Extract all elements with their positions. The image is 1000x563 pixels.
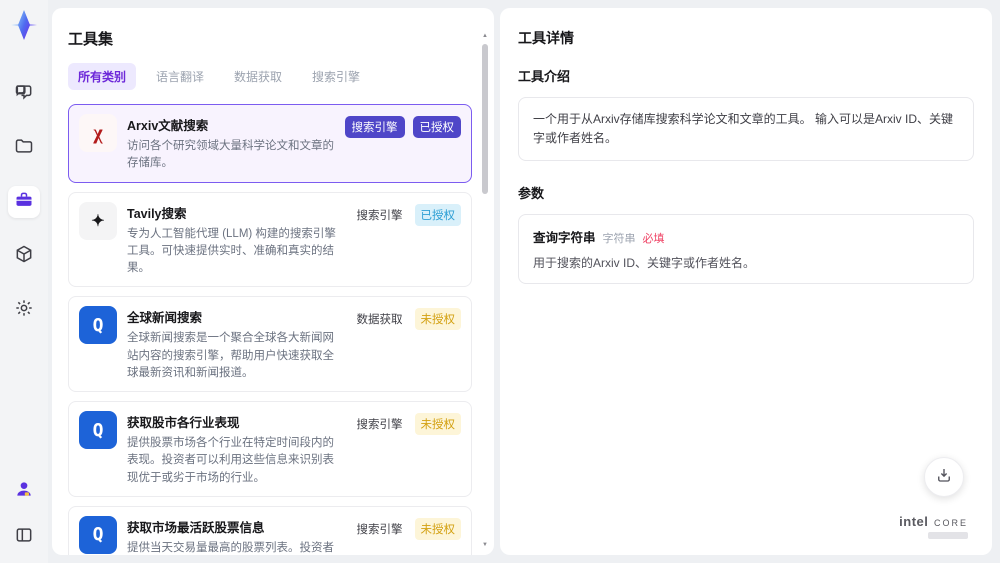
tool-card[interactable]: ✦ Tavily搜索 专为人工智能代理 (LLM) 构建的搜索引擎工具。可快速提… <box>68 191 472 288</box>
params-heading: 参数 <box>518 186 545 202</box>
tool-card[interactable]: Q 获取市场最活跃股票信息 提供当天交易量最高的股票列表。投资者可以利用这些信息… <box>68 505 472 555</box>
tool-card[interactable]: χ Arxiv文献搜索 访问各个研究领域大量科学论文和文章的存储库。 搜索引擎 … <box>68 104 472 183</box>
category-badge: 数据获取 <box>356 314 403 327</box>
category-badge: 搜索引擎 <box>344 116 405 138</box>
tool-name: 全球新闻搜索 <box>127 311 203 326</box>
intro-heading: 工具介绍 <box>518 69 571 84</box>
app-rail <box>0 0 48 563</box>
folder-icon <box>14 136 34 161</box>
auth-status-badge: 已授权 <box>412 116 461 138</box>
list-scrollbar[interactable]: ▲ ▼ <box>481 32 489 549</box>
param-type: 字符串 <box>602 233 636 246</box>
tools-panel-title: 工具集 <box>68 31 114 48</box>
category-tab-3[interactable]: 搜索引擎 <box>302 63 370 90</box>
tool-description: 访问各个研究领域大量科学论文和文章的存储库。 <box>127 140 334 170</box>
gear-icon <box>14 298 34 323</box>
user-icon <box>14 479 34 504</box>
arxiv-icon: χ <box>79 114 117 152</box>
q-news-icon: Q <box>79 411 117 449</box>
scroll-up-icon[interactable]: ▲ <box>481 32 489 40</box>
intel-wordmark: intel <box>899 514 929 529</box>
sidebar-item-files[interactable] <box>8 132 40 164</box>
intro-text: 一个用于从Arxiv存储库搜索科学论文和文章的工具。 输入可以是Arxiv ID… <box>533 112 954 146</box>
tool-details-panel: 工具详情 工具介绍 一个用于从Arxiv存储库搜索科学论文和文章的工具。 输入可… <box>500 8 992 555</box>
scroll-down-icon[interactable]: ▼ <box>481 541 489 549</box>
user-avatar[interactable] <box>8 475 40 507</box>
category-tab-1[interactable]: 语言翻译 <box>146 63 214 90</box>
briefcase-icon <box>14 190 34 215</box>
intel-badge-bar <box>928 532 968 539</box>
param-name: 查询字符串 <box>533 231 596 246</box>
tools-panel: 工具集 所有类别 语言翻译 数据获取 搜索引擎 χ Arxiv文献搜索 访问各个研究领… <box>52 8 494 555</box>
param-required-flag: 必填 <box>642 233 665 246</box>
tool-name: Arxiv文献搜索 <box>127 119 209 133</box>
category-tab-0[interactable]: 所有类别 <box>68 63 137 90</box>
category-tabs: 所有类别 语言翻译 数据获取 搜索引擎 <box>68 63 472 90</box>
auth-status-badge: 未授权 <box>414 517 461 540</box>
tool-description: 专为人工智能代理 (LLM) 构建的搜索引擎工具。可快速提供实时、准确和真实的结… <box>127 227 336 275</box>
download-button[interactable] <box>924 457 964 497</box>
tool-description: 全球新闻搜索是一个聚合全球各大新闻网站内容的搜索引擎，帮助用户快速获取全球最新资… <box>127 332 334 379</box>
auth-status-badge: 未授权 <box>414 413 461 435</box>
panel-toggle-icon <box>14 525 34 550</box>
tavily-icon: ✦ <box>79 201 117 240</box>
app-logo[interactable] <box>7 8 41 42</box>
rail-nav <box>8 78 40 326</box>
tool-name: 获取股市各行业表现 <box>127 416 240 430</box>
q-news-icon: Q <box>79 306 117 345</box>
sidebar-item-plugins[interactable] <box>8 240 40 272</box>
sidebar-item-settings[interactable] <box>8 294 40 326</box>
tool-card[interactable]: Q 获取股市各行业表现 提供股票市场各个行业在特定时间段内的表现。投资者可以利用… <box>68 401 472 497</box>
rail-bottom <box>8 475 40 553</box>
cube-icon <box>14 244 34 269</box>
tool-description: 提供当天交易量最高的股票列表。投资者可以利用这些信息来识别流动性强的股票和潜在的… <box>127 541 334 554</box>
category-badge: 搜索引擎 <box>356 523 403 536</box>
tool-name: Tavily搜索 <box>127 206 187 221</box>
tool-description: 提供股票市场各个行业在特定时间段内的表现。投资者可以利用这些信息来识别表现优于或… <box>127 437 334 484</box>
sidebar-item-chat[interactable] <box>8 78 40 110</box>
param-description: 用于搜索的Arxiv ID、关键字或作者姓名。 <box>533 256 756 271</box>
scrollbar-thumb[interactable] <box>482 44 488 194</box>
tool-name: 获取市场最活跃股票信息 <box>127 520 265 535</box>
tool-list: χ Arxiv文献搜索 访问各个研究领域大量科学论文和文章的存储库。 搜索引擎 … <box>68 104 472 555</box>
details-panel-title: 工具详情 <box>518 30 574 46</box>
q-news-icon: Q <box>79 515 117 554</box>
auth-status-badge: 未授权 <box>414 308 461 331</box>
chat-icon <box>14 82 34 107</box>
category-badge: 搜索引擎 <box>356 209 403 222</box>
auth-status-badge: 已授权 <box>414 203 461 226</box>
collapse-panel-button[interactable] <box>8 521 40 553</box>
category-badge: 搜索引擎 <box>356 419 403 431</box>
core-wordmark: core <box>928 514 968 529</box>
download-icon <box>935 466 953 489</box>
intel-core-logo: intel core <box>899 514 968 539</box>
category-tab-2[interactable]: 数据获取 <box>224 63 292 90</box>
sidebar-item-tools[interactable] <box>8 186 40 218</box>
param-box: 查询字符串 字符串 必填 用于搜索的Arxiv ID、关键字或作者姓名。 <box>518 214 974 285</box>
intro-box: 一个用于从Arxiv存储库搜索科学论文和文章的工具。 输入可以是Arxiv ID… <box>518 97 974 162</box>
tool-card[interactable]: Q 全球新闻搜索 全球新闻搜索是一个聚合全球各大新闻网站内容的搜索引擎，帮助用户… <box>68 296 472 392</box>
